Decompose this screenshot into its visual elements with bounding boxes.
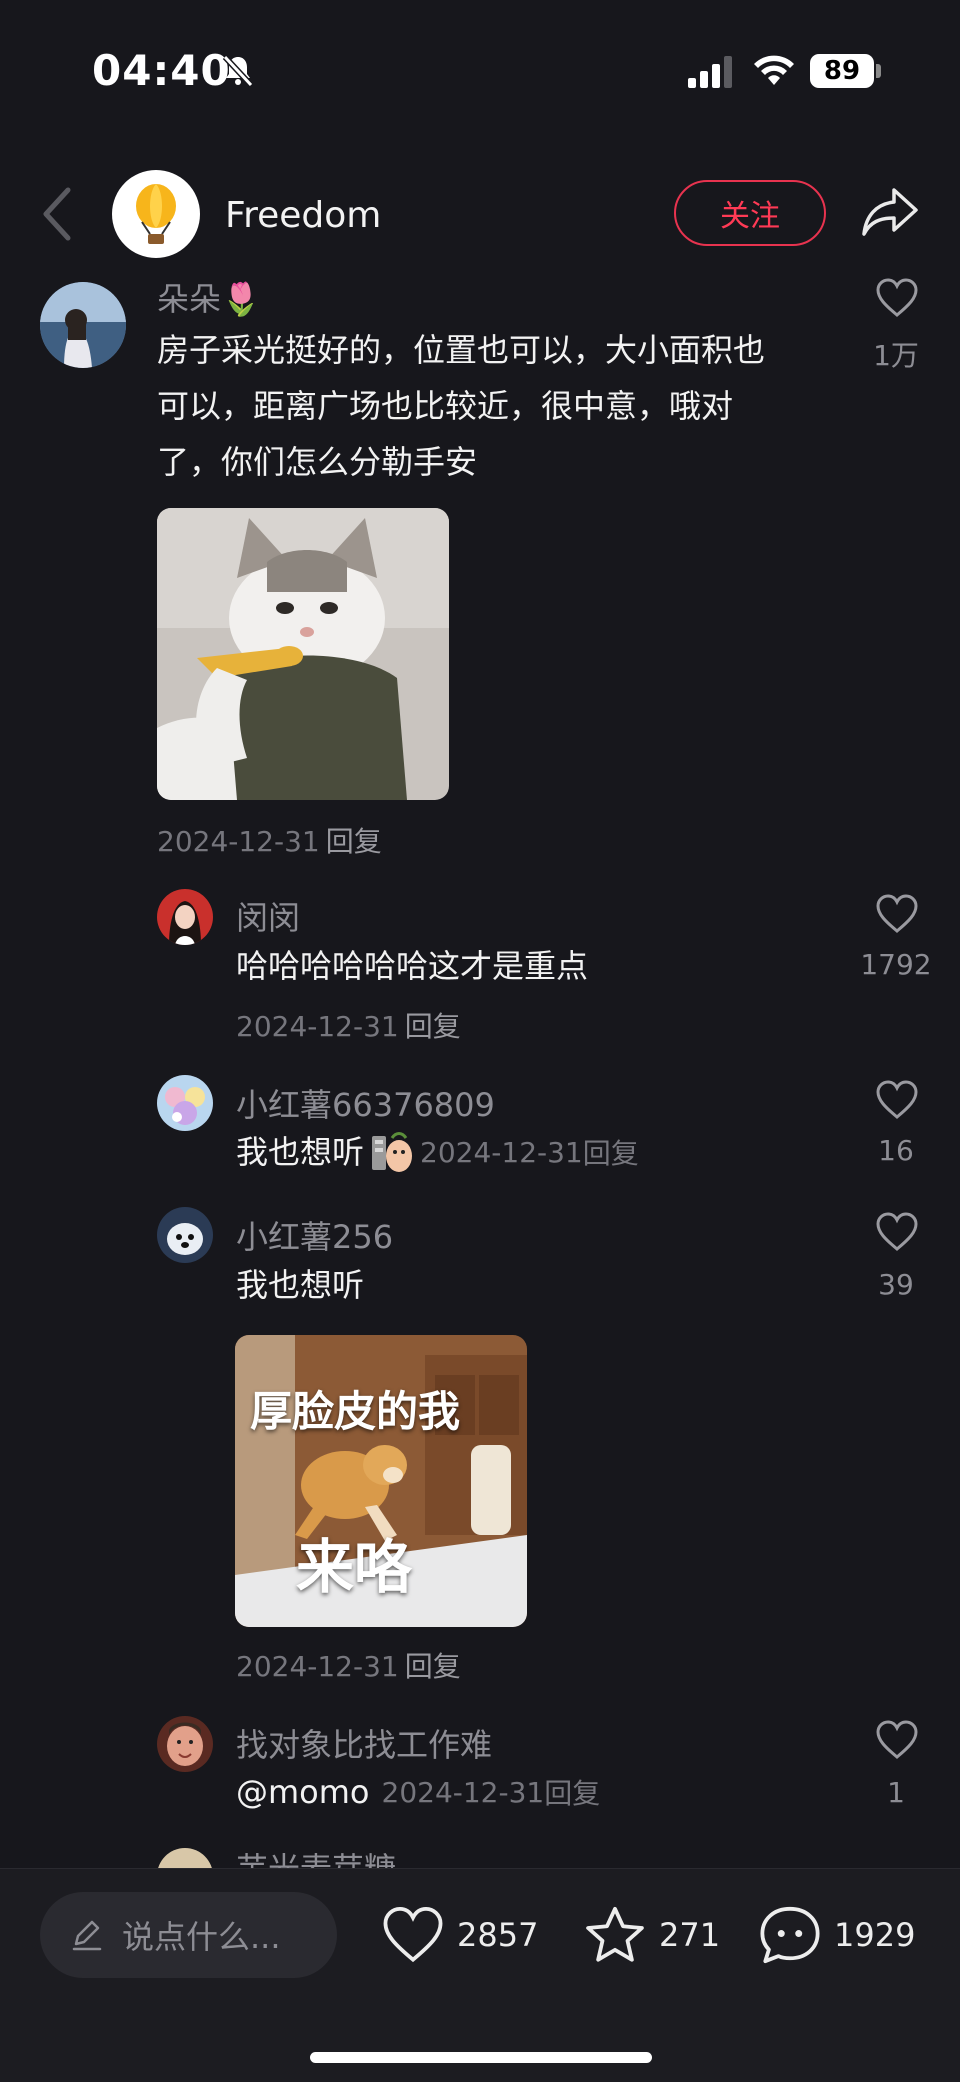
share-icon[interactable]	[860, 186, 920, 240]
comment-date: 2024-12-31	[236, 1010, 399, 1043]
comment-input[interactable]: 说点什么...	[40, 1892, 337, 1978]
like-count: 16	[878, 1134, 914, 1167]
emoji-sticker-icon	[372, 1132, 413, 1172]
like-count: 1792	[860, 948, 932, 981]
heart-icon[interactable]	[875, 1212, 919, 1252]
comment-date: 2024-12-31	[420, 1135, 583, 1169]
favorite-count: 271	[659, 1916, 721, 1954]
like-count: 2857	[457, 1916, 539, 1954]
comment-date: 2024-12-31	[157, 825, 320, 858]
home-indicator	[310, 2052, 652, 2063]
avatar[interactable]	[157, 1207, 213, 1263]
comment-meta: 2024-12-31 回复	[236, 1645, 461, 1685]
reply-button[interactable]: 回复	[583, 1132, 639, 1172]
pencil-icon	[72, 1920, 102, 1951]
sticker-caption: 厚脸皮的我	[250, 1387, 461, 1436]
mute-icon	[222, 54, 254, 88]
battery-icon: 89	[810, 54, 874, 88]
heart-icon[interactable]	[875, 1080, 919, 1120]
comment-meta: 2024-12-31 回复	[236, 1005, 461, 1045]
cat-sticker-image[interactable]	[157, 508, 449, 800]
comment-text: 我也想听	[236, 1133, 365, 1171]
comment-text[interactable]: @momo	[236, 1764, 370, 1820]
back-icon[interactable]	[40, 186, 76, 242]
author-name[interactable]: Freedom	[225, 195, 381, 236]
comment-text: 房子采光挺好的，位置也可以，大小面积也 可以，距离广场也比较近，很中意，哦对 了…	[157, 322, 765, 490]
comment-username[interactable]: 朵朵🌷	[157, 274, 261, 320]
follow-button[interactable]: 关注	[674, 180, 826, 246]
like-count: 39	[878, 1268, 914, 1301]
heart-icon[interactable]	[875, 1720, 919, 1760]
reply-button[interactable]: 回复	[544, 1772, 600, 1812]
comment-text: 哈哈哈哈哈哈这才是重点	[236, 947, 589, 985]
avatar[interactable]	[40, 282, 126, 368]
heart-icon[interactable]	[875, 894, 919, 934]
battery-tip	[876, 64, 881, 78]
avatar[interactable]	[157, 1716, 213, 1772]
comment-text-line: 房子采光挺好的，位置也可以，大小面积也	[157, 331, 766, 369]
comment-count: 1929	[834, 1916, 916, 1954]
comment-username[interactable]: 小红薯66376809	[236, 1080, 495, 1126]
comment-row: @momo 2024-12-31 回复	[236, 1764, 600, 1820]
comment-row: 我也想听 2024-12-31 回复	[236, 1124, 639, 1180]
comment-input-placeholder: 说点什么...	[122, 1918, 281, 1956]
reply-button[interactable]: 回复	[326, 825, 382, 858]
status-time: 04:40	[92, 46, 231, 95]
like-count: 1万	[873, 339, 919, 372]
comment-text-line: 可以，距离广场也比较近，很中意，哦对	[157, 387, 734, 425]
comment-bubble-icon	[760, 1906, 820, 1964]
author-avatar[interactable]	[112, 170, 200, 258]
heart-icon[interactable]	[875, 278, 919, 318]
favorite-action[interactable]: 271	[583, 1902, 720, 1968]
like-action[interactable]: 2857	[381, 1902, 538, 1968]
signal-icon	[688, 56, 732, 88]
comment-username[interactable]: 闵闵	[236, 893, 300, 939]
like-count: 1	[887, 1776, 905, 1809]
reply-button[interactable]: 回复	[405, 1010, 461, 1043]
comment-date: 2024-12-31	[236, 1650, 399, 1683]
comment-username[interactable]: 小红薯256	[236, 1212, 393, 1258]
sticker-caption: 来咯	[296, 1533, 413, 1601]
comment-meta: 2024-12-31 回复	[157, 820, 382, 860]
reply-button[interactable]: 回复	[405, 1650, 461, 1683]
comment-action[interactable]: 1929	[758, 1902, 915, 1968]
comment-text-line: 了，你们怎么分勒手安	[157, 443, 478, 481]
balloon-icon	[136, 184, 176, 244]
avatar[interactable]	[157, 1075, 213, 1131]
comment-username[interactable]: 找对象比找工作难	[236, 1720, 492, 1766]
heart-icon	[383, 1907, 443, 1963]
comment-text: 我也想听	[236, 1266, 365, 1304]
star-icon	[586, 1906, 644, 1962]
comment-date: 2024-12-31	[381, 1775, 545, 1809]
wifi-icon	[754, 55, 794, 85]
avatar[interactable]	[157, 889, 213, 945]
